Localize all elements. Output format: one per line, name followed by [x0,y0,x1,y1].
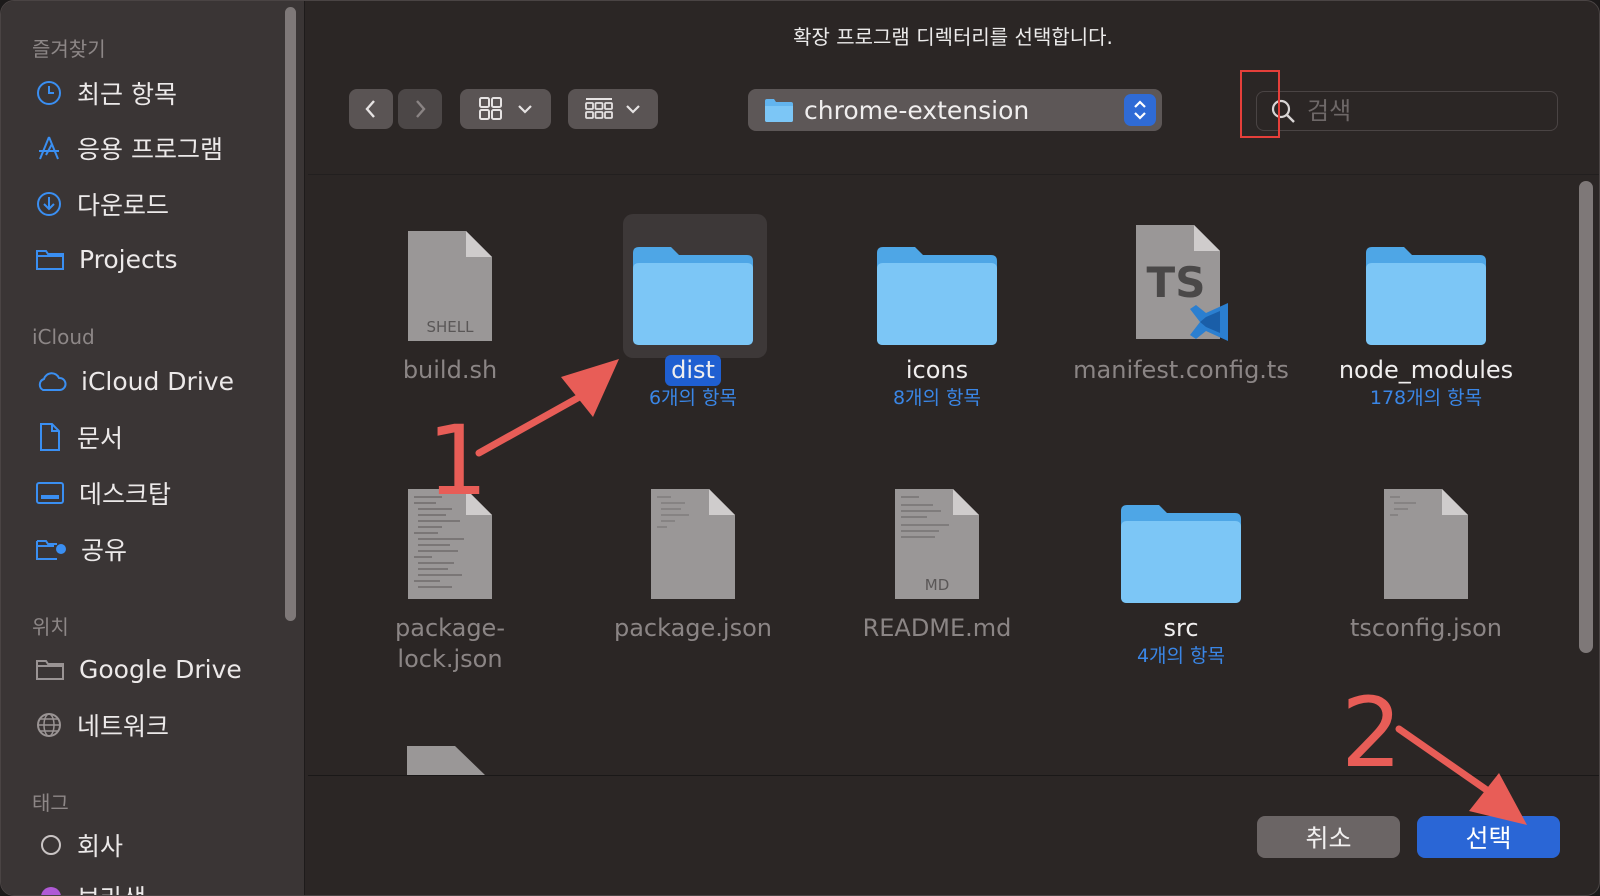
tag-circle-icon [41,887,61,895]
folder-icon [36,250,64,270]
partial-file-icon [407,746,485,775]
location-path-label: chrome-extension [804,95,1030,125]
sidebar-section-locations: 위치 [32,615,69,639]
file-name-line-2: lock.json [397,645,503,673]
shell-file-icon: SHELL [408,231,492,341]
file-name: package.json [613,614,772,642]
dialog-title: 확장 프로그램 디렉터리를 선택합니다. [793,25,1113,49]
chevron-right-icon [416,100,426,118]
download-icon [37,192,61,216]
file-badge: MD [925,576,950,594]
sidebar-item-label: iCloud Drive [81,366,234,396]
up-down-chevron-icon [1134,100,1146,120]
shared-folder-icon [36,540,66,560]
forward-button[interactable] [398,89,442,129]
sidebar-item-tag-purple[interactable]: 보라색 [35,877,275,895]
json-file-icon [651,489,735,599]
sidebar-item-label: 문서 [77,424,124,453]
file-item-src[interactable]: src 4개의 항목 [1071,479,1291,668]
sidebar-item-desktop[interactable]: 데스크탑 [35,473,275,513]
file-badge: TS [1147,258,1206,307]
folder-icon [36,660,64,680]
item-count: 4개의 항목 [1136,645,1226,667]
sidebar-item-icloud-drive[interactable]: iCloud Drive [35,361,275,401]
file-name: manifest.config.ts [1073,356,1289,384]
file-item-manifest-config-ts[interactable]: TS manifest.config.ts [1071,221,1291,386]
annotation-arrow-2 [1395,725,1527,825]
sidebar-item-label: 보라색 [77,879,146,895]
sidebar-item-projects[interactable]: Projects [35,239,275,279]
file-name: src [1163,614,1199,642]
sidebar-item-documents[interactable]: 문서 [35,417,275,457]
tag-circle-icon [41,835,61,855]
item-count: 178개의 항목 [1369,387,1483,409]
location-popup[interactable]: chrome-extension [748,89,1162,131]
annotation-highlight-box [1240,70,1280,138]
sidebar-section-favorites: 즐겨찾기 [32,37,106,61]
typescript-file-icon: TS [1136,225,1228,341]
annotation-arrow-1 [475,359,619,457]
file-name: icons [905,356,969,384]
sidebar-item-shared[interactable]: 공유 [35,529,275,569]
folder-icon [877,247,997,345]
file-chooser-dialog: 즐겨찾기 최근 항목 응용 프로그램 다운로드 Projects iCloud … [0,0,1600,896]
back-button[interactable] [349,89,393,129]
clock-icon [37,81,61,105]
sidebar: 즐겨찾기 최근 항목 응용 프로그램 다운로드 Projects iCloud … [1,1,305,895]
sidebar-item-applications[interactable]: 응용 프로그램 [35,128,275,168]
sidebar-item-network[interactable]: 네트워크 [35,705,275,745]
sidebar-item-label: 최근 항목 [77,80,177,109]
applications-icon [39,136,59,160]
sidebar-item-label: 응용 프로그램 [77,135,223,164]
sidebar-section-icloud: iCloud [32,325,95,349]
sidebar-item-label: 회사 [77,832,124,861]
chevron-left-icon [365,100,375,118]
sidebar-section-tags: 태그 [32,791,69,815]
sidebar-item-tag-company[interactable]: 회사 [35,825,275,865]
item-count: 8개의 항목 [892,387,982,409]
sidebar-item-label: 다운로드 [77,191,170,220]
sidebar-item-label: Projects [79,244,178,274]
search-input[interactable] [1307,97,1537,125]
folder-icon [1366,247,1486,345]
document-icon [40,423,60,451]
sidebar-scrollbar[interactable] [285,7,296,621]
folder-icon [765,99,793,122]
sidebar-item-label: 데스크탑 [79,480,172,509]
search-field[interactable] [1256,91,1558,131]
file-name: README.md [862,614,1012,642]
file-name: node_modules [1338,356,1514,384]
chevron-down-icon [517,105,532,114]
cancel-button[interactable]: 취소 [1257,816,1400,858]
sidebar-item-google-drive[interactable]: Google Drive [35,649,275,689]
grid-view-icon [478,97,502,120]
sidebar-item-downloads[interactable]: 다운로드 [35,184,275,224]
sidebar-item-label: 공유 [81,536,128,565]
json-file-icon [1384,489,1468,599]
sidebar-item-recents[interactable]: 최근 항목 [35,73,275,113]
location-stepper[interactable] [1124,94,1156,126]
file-name-line-1: package- [395,614,505,642]
file-browser-scrollbar[interactable] [1579,181,1593,653]
gallery-grid-icon [585,98,613,119]
folder-icon [1121,505,1241,603]
file-item-tsconfig-json[interactable]: tsconfig.json [1316,479,1536,644]
sidebar-item-label: 네트워크 [77,712,170,741]
group-by-button[interactable] [568,89,658,129]
markdown-file-icon: MD [895,489,979,599]
file-item-node-modules[interactable]: node_modules 178개의 항목 [1316,221,1536,410]
file-item-icons[interactable]: icons 8개의 항목 [827,221,1047,410]
sidebar-item-label: Google Drive [79,654,242,684]
file-name: dist [665,355,721,386]
file-name: tsconfig.json [1349,614,1503,642]
desktop-icon [36,482,64,504]
file-badge: SHELL [427,318,475,336]
chevron-down-icon [626,105,640,114]
file-item-package-json[interactable]: package.json [583,479,803,644]
folder-icon [633,247,753,345]
cloud-icon [38,372,67,391]
globe-icon [37,713,61,737]
file-item-readme-md[interactable]: MD README.md [827,479,1047,644]
view-mode-button[interactable] [460,89,551,129]
